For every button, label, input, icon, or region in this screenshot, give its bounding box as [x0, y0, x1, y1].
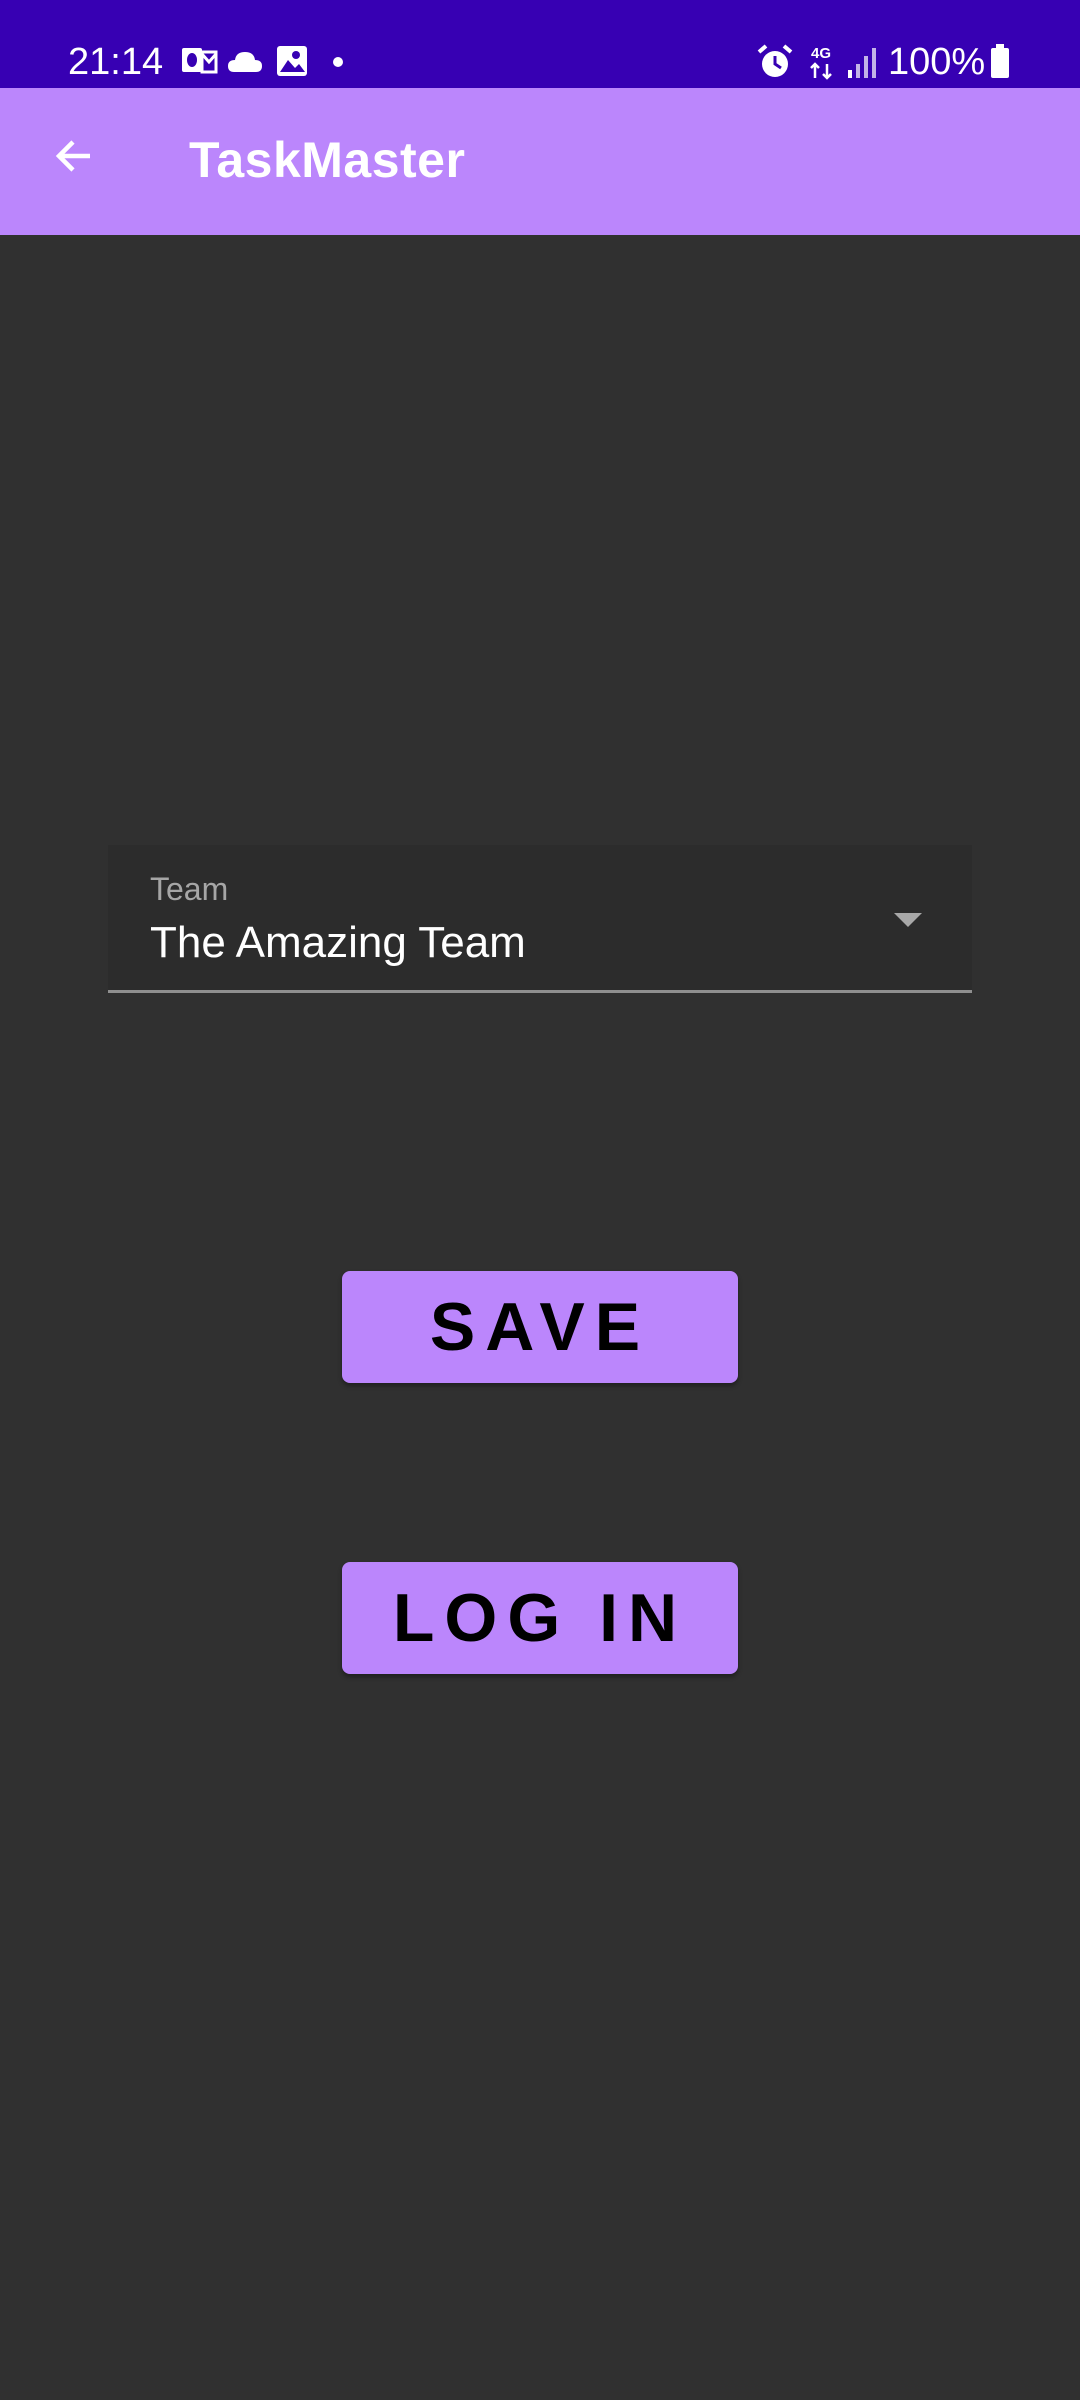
app-bar: TaskMaster	[0, 88, 1080, 235]
arrow-left-icon	[55, 140, 90, 172]
outlook-icon	[182, 48, 218, 74]
login-button[interactable]: LOG IN	[342, 1562, 738, 1674]
battery-icon	[991, 44, 1009, 78]
image-icon	[277, 46, 307, 76]
notification-dot-icon	[333, 57, 343, 67]
save-button[interactable]: SAVE	[342, 1271, 738, 1383]
svg-text:4G: 4G	[811, 45, 831, 62]
page-title: TaskMaster	[189, 132, 466, 188]
status-time: 21:14	[68, 41, 164, 83]
cloud-icon	[228, 52, 262, 72]
dropdown-arrow-icon	[894, 913, 922, 927]
team-dropdown[interactable]: Team The Amazing Team	[108, 845, 972, 993]
team-selected-value: The Amazing Team	[150, 918, 526, 967]
network-4g-icon: 4G	[810, 45, 832, 80]
battery-percent: 100%	[888, 41, 986, 83]
status-bar: 21:14 4G 100%	[0, 0, 1080, 88]
signal-icon	[848, 48, 876, 78]
alarm-icon	[757, 44, 793, 77]
team-label: Team	[150, 871, 229, 907]
back-button[interactable]	[38, 120, 110, 192]
